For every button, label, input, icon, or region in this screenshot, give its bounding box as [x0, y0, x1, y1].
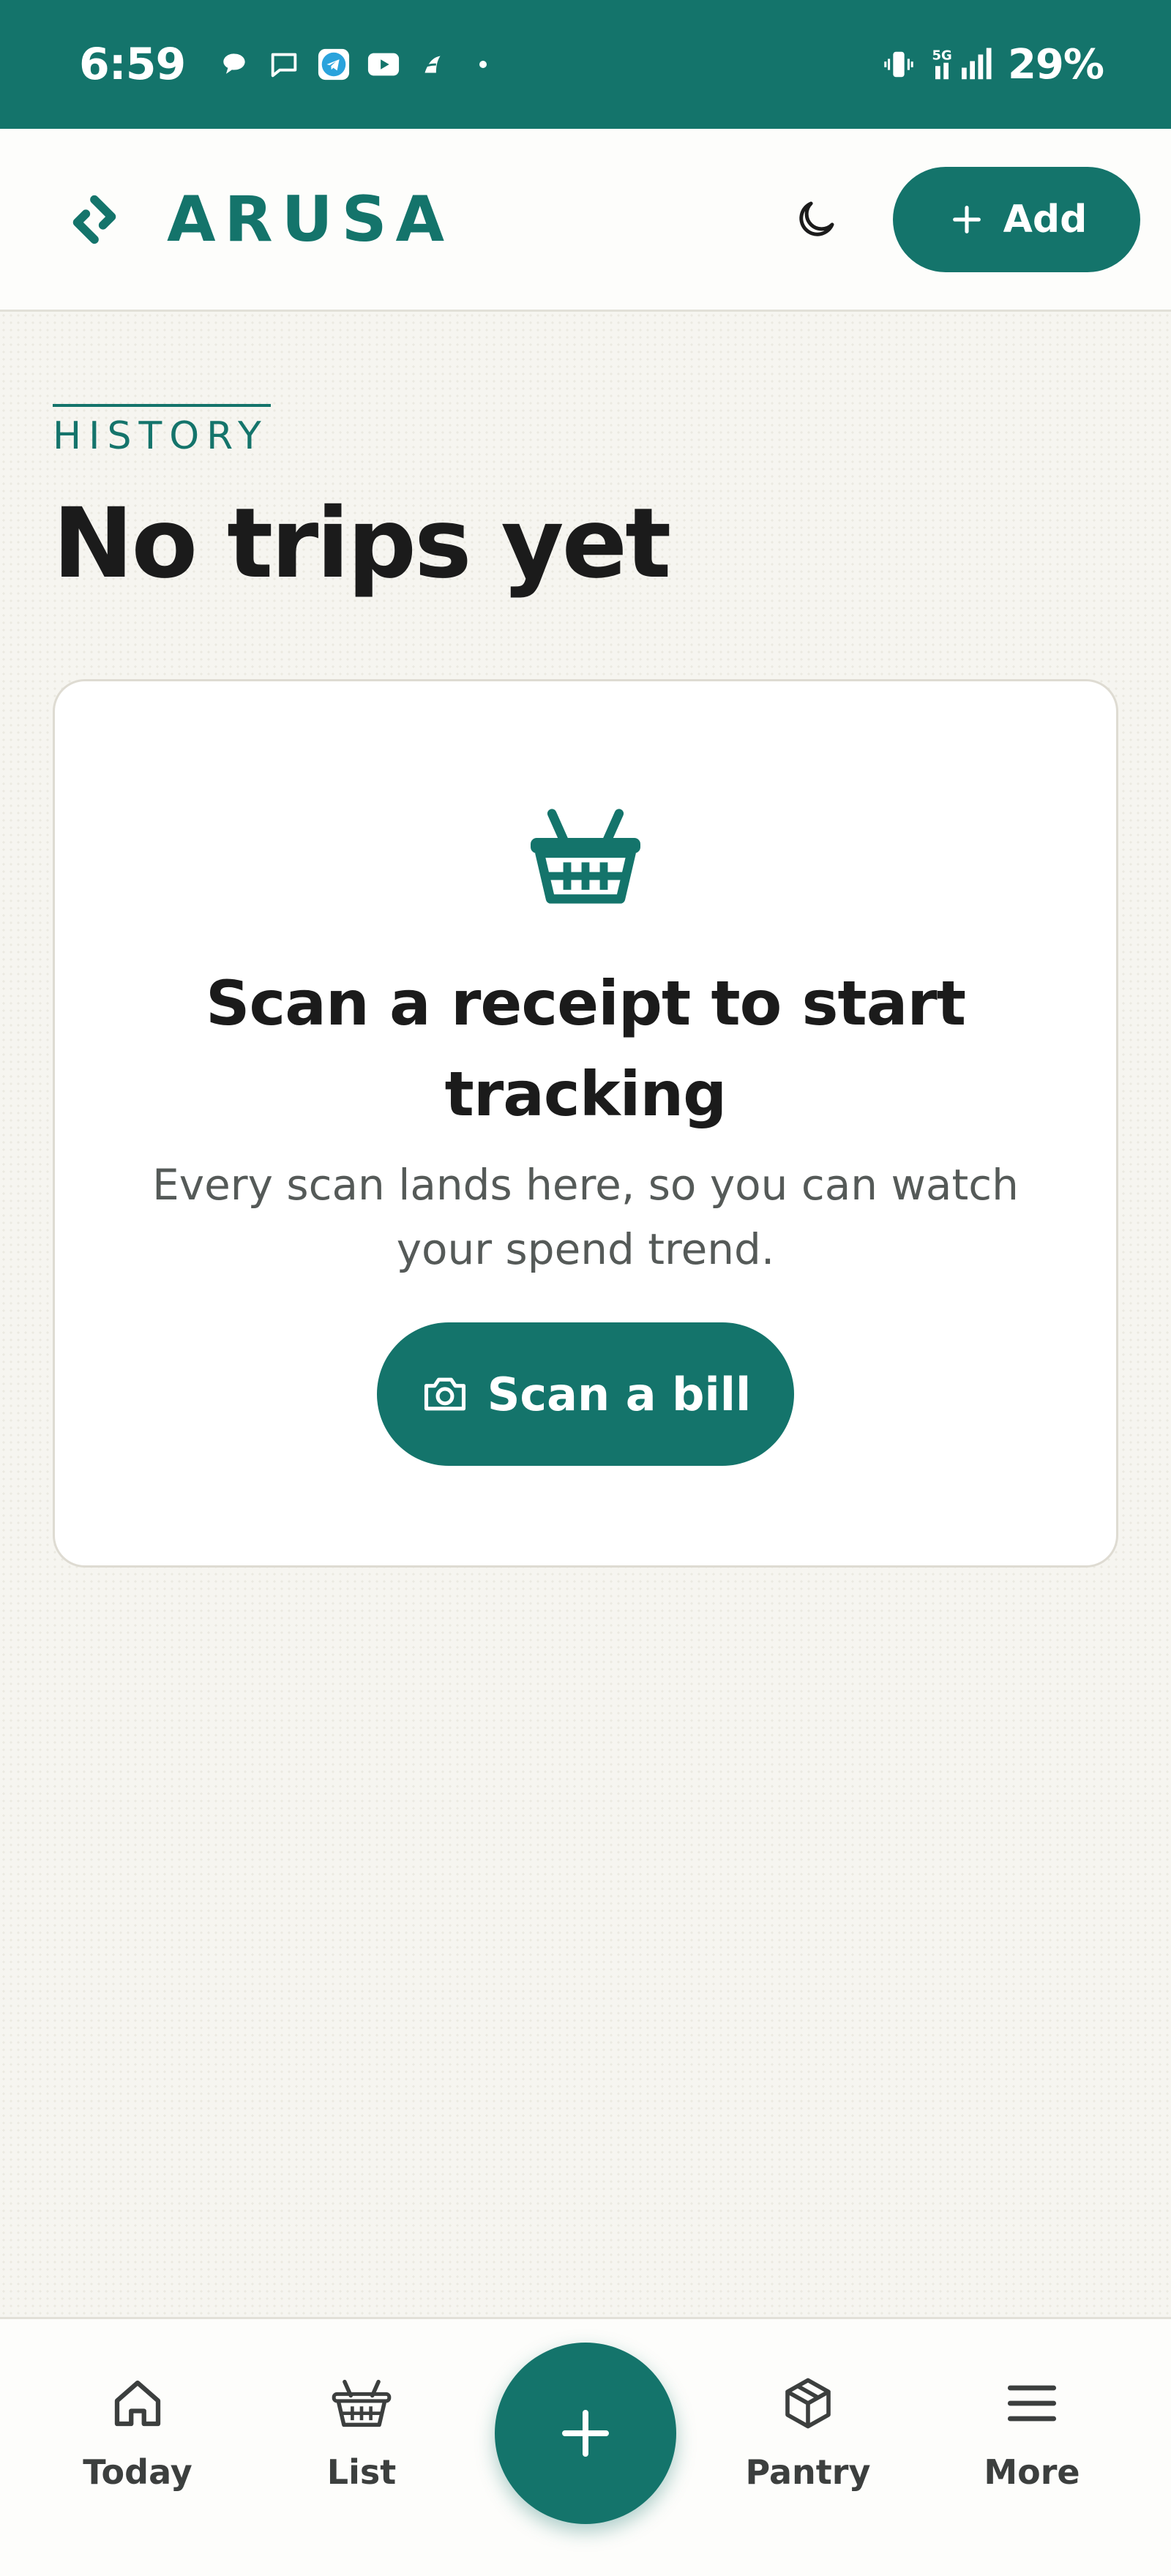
battery-percent: 29% [1007, 40, 1104, 89]
svg-text:5G: 5G [932, 48, 951, 63]
plus-icon [952, 205, 981, 233]
status-right: 5G 29% [882, 41, 1104, 89]
brand[interactable]: ARUSA [66, 183, 453, 256]
status-left: 6:59 [79, 39, 500, 90]
camera-icon [424, 1377, 465, 1411]
menu-icon [999, 2370, 1065, 2436]
5g-signal-icon: 5G [929, 48, 995, 81]
box-icon [775, 2370, 841, 2436]
add-button[interactable]: Add [893, 166, 1140, 272]
telegram-icon [317, 48, 351, 81]
arusa-logo-icon [66, 191, 123, 248]
plus-icon [562, 2410, 609, 2457]
moon-icon [799, 201, 834, 236]
nav-label-pantry: Pantry [745, 2452, 871, 2492]
nav-item-today[interactable]: Today [50, 2370, 225, 2492]
add-button-label: Add [1003, 197, 1088, 242]
basket-icon [329, 2370, 394, 2436]
app-header: ARUSA Add [0, 129, 1171, 312]
theme-toggle-button[interactable] [783, 187, 849, 252]
section-eyebrow: HISTORY [53, 414, 269, 458]
chat-bubble-icon [217, 48, 251, 81]
fab-add-button[interactable] [495, 2343, 676, 2524]
message-icon [267, 48, 301, 81]
header-actions: Add [783, 166, 1140, 272]
nav-item-list[interactable]: List [274, 2370, 449, 2492]
nav-label-list: List [326, 2452, 397, 2492]
app-icon [416, 48, 450, 81]
nav-label-more: More [984, 2452, 1080, 2492]
bottom-navigation: Today List Pantry More [0, 2317, 1171, 2576]
status-bar: 6:59 5G 29% [0, 0, 1171, 129]
status-time: 6:59 [79, 39, 186, 90]
empty-state-description: Every scan lands here, so you can watch … [152, 1160, 1019, 1274]
nav-item-pantry[interactable]: Pantry [720, 2370, 896, 2492]
empty-state-card: Scan a receipt to start tracking Every s… [53, 679, 1118, 1568]
vibrate-icon [882, 48, 916, 81]
empty-state-title: Scan a receipt to start tracking [206, 967, 966, 1130]
dot-icon [466, 48, 500, 81]
scan-bill-label: Scan a bill [487, 1367, 752, 1421]
nav-item-more[interactable]: More [944, 2370, 1120, 2492]
brand-name: ARUSA [167, 182, 454, 256]
scan-bill-button[interactable]: Scan a bill [377, 1322, 794, 1466]
basket-icon [523, 801, 648, 911]
main-content: HISTORY No trips yet Scan a receipt to s… [0, 312, 1171, 2317]
nav-label-today: Today [83, 2452, 192, 2492]
youtube-icon [367, 48, 400, 81]
home-icon [105, 2370, 171, 2436]
eyebrow-divider [53, 404, 271, 407]
page-title: No trips yet [53, 487, 671, 600]
